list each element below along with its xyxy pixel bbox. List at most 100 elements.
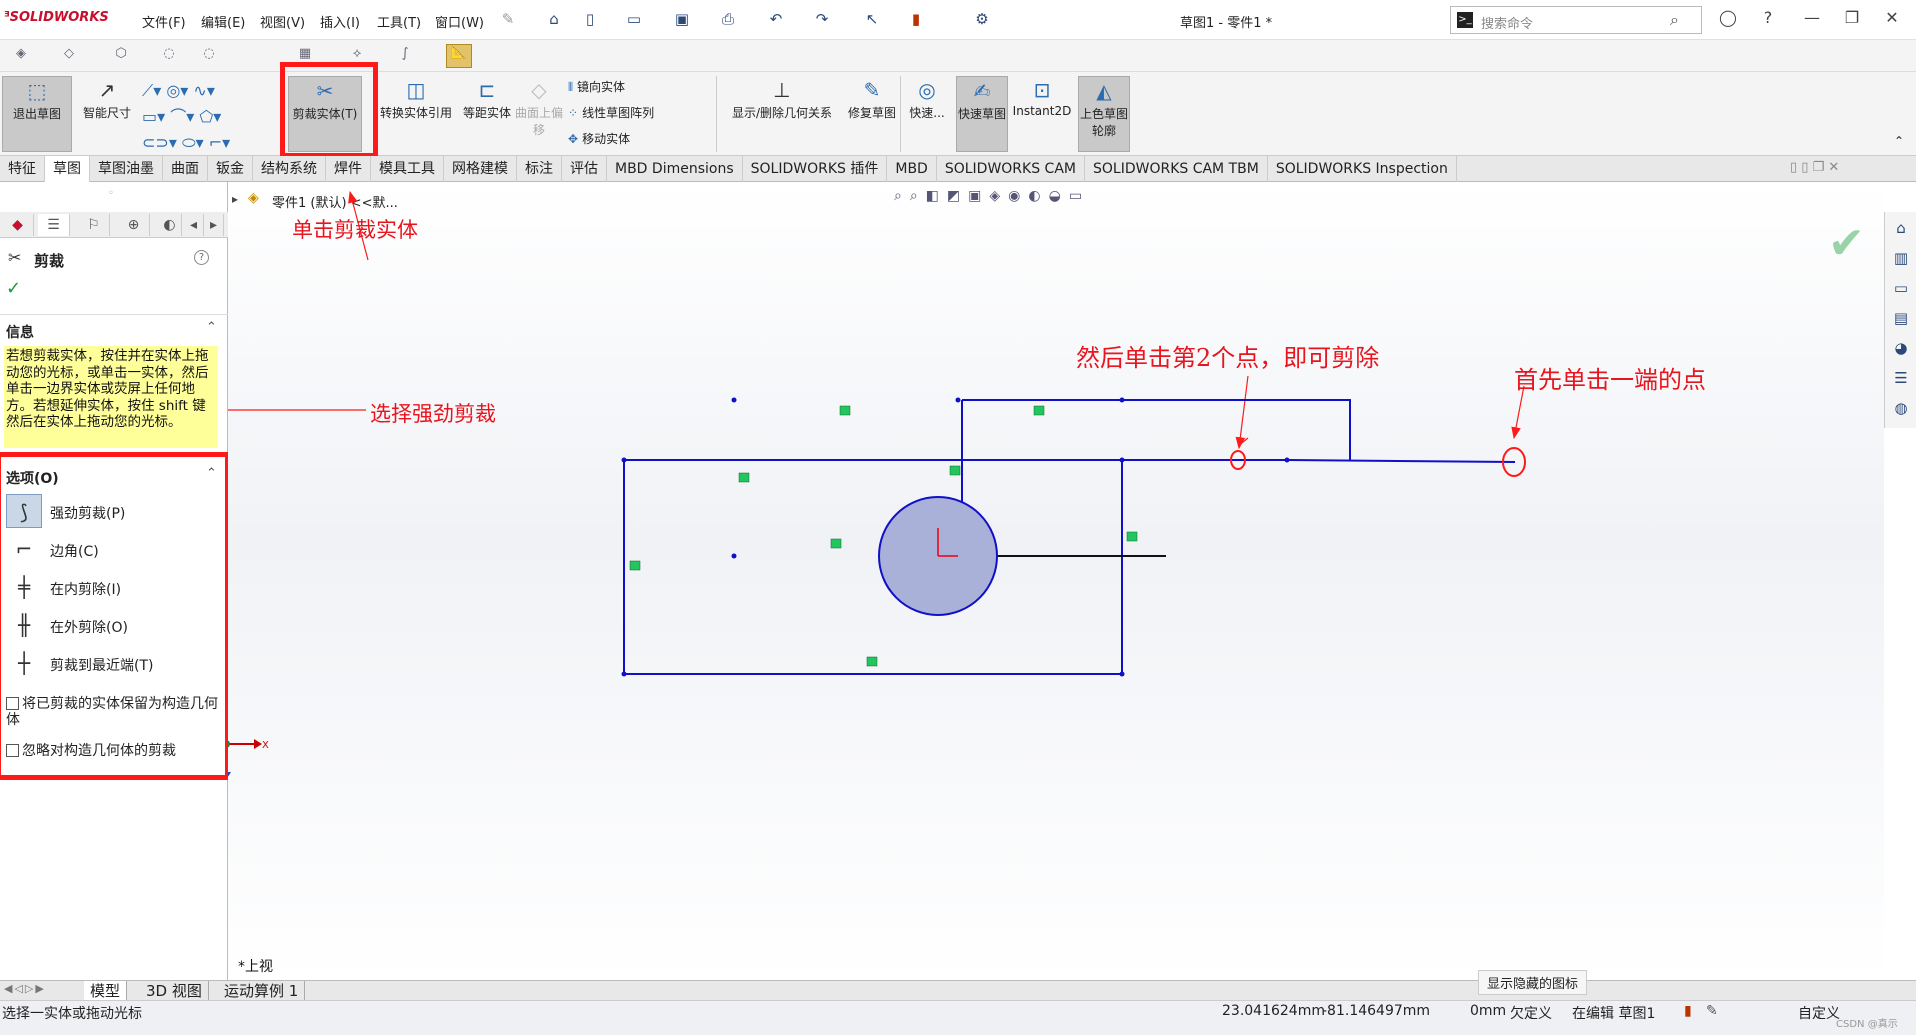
tab-7[interactable]: 模具工具 xyxy=(371,156,444,182)
restore-icon[interactable]: ❐ xyxy=(1840,8,1864,30)
menu-file[interactable]: 文件(F) xyxy=(142,12,186,31)
pin-icon[interactable]: ✎ xyxy=(498,10,518,28)
arc-icon[interactable]: ⌒ xyxy=(170,107,186,126)
checkbox-box[interactable] xyxy=(6,744,19,757)
home-icon[interactable]: ⌂ xyxy=(544,10,564,28)
rebuild-icon[interactable]: ▮ xyxy=(906,10,926,28)
display-tab-icon[interactable]: ◐ xyxy=(158,214,182,236)
sketch-line-extension[interactable] xyxy=(1287,459,1516,463)
feature-manager-tab-icon[interactable]: ◆ xyxy=(2,214,34,236)
spline-tool-icon[interactable]: ∿ xyxy=(193,81,206,100)
tab-window-controls[interactable]: ▯ ▯ ❐ ✕ xyxy=(1790,160,1839,175)
feature-icon[interactable]: ◌ xyxy=(160,46,178,64)
tab-model[interactable]: 模型 xyxy=(84,981,128,1001)
dimxpert-tab-icon[interactable]: ⊕ xyxy=(118,214,150,236)
quick-tips-icon[interactable]: ✎ xyxy=(1706,1003,1718,1019)
part-icon[interactable]: ◈ xyxy=(12,46,30,64)
redo-icon[interactable]: ↷ xyxy=(812,10,832,28)
tab-scroll-right-icon[interactable]: ▸ xyxy=(204,214,224,236)
tab-3[interactable]: 曲面 xyxy=(163,156,208,182)
sketch-outer-rect[interactable] xyxy=(623,460,1123,675)
undo-icon[interactable]: ↶ xyxy=(766,10,786,28)
account-icon[interactable]: ◯ xyxy=(1716,8,1740,30)
file-explorer-icon[interactable]: ▭ xyxy=(1889,276,1913,300)
mirror-button[interactable]: ⫴ 镜向实体 xyxy=(568,78,625,95)
repair-sketch-button[interactable]: ✎ 修复草图 xyxy=(846,76,898,152)
menu-insert[interactable]: 插入(I) xyxy=(320,12,360,31)
option-corner[interactable]: ⌐ 边角(C) xyxy=(6,532,221,568)
tab-16[interactable]: SOLIDWORKS Inspection xyxy=(1268,156,1457,182)
rebuild-status-icon[interactable]: ▮ xyxy=(1684,1003,1692,1019)
tab-scroll-left-icon[interactable]: ◂ xyxy=(184,214,204,236)
tab-1[interactable]: 草图 xyxy=(45,156,90,182)
menu-view[interactable]: 视图(V) xyxy=(260,12,305,31)
graphics-area[interactable]: ▸ ◈ 零件1 (默认) <<默... ⌕⌕◧◩▣◈◉◐◒▭ ✔ X 单击剪裁实… xyxy=(228,182,1884,980)
surface-offset-button[interactable]: ◇ 曲面上偏移 xyxy=(514,76,564,152)
ok-check-icon[interactable]: ✓ xyxy=(6,278,21,299)
convert-entities-button[interactable]: ◫ 转换实体引用 xyxy=(376,76,456,152)
tab-0[interactable]: 特征 xyxy=(0,156,45,182)
tab-12[interactable]: SOLIDWORKS 插件 xyxy=(743,156,888,182)
option-trim-away-outside[interactable]: ╫ 在外剪除(O) xyxy=(6,608,221,644)
tab-motion-study[interactable]: 运动算例 1 xyxy=(218,981,306,1001)
ruler-icon[interactable]: 📐 xyxy=(446,44,472,68)
tab-navigation-icons[interactable]: ◀◁▷▶ xyxy=(4,982,46,995)
rectangle-icon[interactable]: ▭ xyxy=(142,107,157,126)
tab-14[interactable]: SOLIDWORKS CAM xyxy=(937,156,1085,182)
keep-construction-checkbox[interactable]: 将已剪裁的实体保留为构造几何体 xyxy=(6,696,220,728)
offset-entities-button[interactable]: ⊏ 等距实体 xyxy=(462,76,512,152)
select-arrow-icon[interactable]: ↖ xyxy=(862,10,882,28)
polygon-icon[interactable]: ⬠ xyxy=(199,107,213,126)
tab-13[interactable]: MBD xyxy=(887,156,937,182)
options-gear-icon[interactable]: ⚙ xyxy=(972,10,992,28)
assembly-icon[interactable]: ◇ xyxy=(60,46,78,64)
option-trim-to-closest[interactable]: ┼ 剪裁到最近端(T) xyxy=(6,646,221,682)
ellipse-icon[interactable]: ⬭ xyxy=(182,133,196,152)
info-collapse-icon[interactable]: ⌃ xyxy=(206,320,217,335)
forum-icon[interactable]: ◍ xyxy=(1889,396,1913,420)
property-manager-tab-icon[interactable]: ☰ xyxy=(38,214,70,236)
move-entities-button[interactable]: ✥ 移动实体 xyxy=(568,130,630,147)
tab-3d-view[interactable]: 3D 视图 xyxy=(140,981,209,1001)
search-box[interactable]: >_ 搜索命令 ⌕ xyxy=(1450,6,1702,34)
ignore-construction-checkbox[interactable]: 忽略对构造几何体的剪裁 xyxy=(6,740,176,760)
custom-properties-icon[interactable]: ☰ xyxy=(1889,366,1913,390)
quick-snaps-button[interactable]: ◎ 快速... xyxy=(902,76,952,152)
menu-window[interactable]: 窗口(W) xyxy=(435,12,484,31)
menu-tools[interactable]: 工具(T) xyxy=(377,12,421,31)
linear-pattern-button[interactable]: ⁘ 线性草图阵列 xyxy=(568,104,654,121)
save-icon[interactable]: ▣ xyxy=(672,10,692,28)
option-trim-away-inside[interactable]: ╪ 在内剪除(I) xyxy=(6,570,221,606)
appearances-icon[interactable]: ◕ xyxy=(1889,336,1913,360)
search-input[interactable]: 搜索命令 xyxy=(1481,13,1533,32)
configuration-tab-icon[interactable]: ⚐ xyxy=(78,214,110,236)
tab-6[interactable]: 焊件 xyxy=(326,156,371,182)
tab-10[interactable]: 评估 xyxy=(562,156,607,182)
slot-icon[interactable]: ⊂⊃ xyxy=(142,133,169,152)
help-icon[interactable]: ? xyxy=(1756,8,1780,30)
tab-5[interactable]: 结构系统 xyxy=(253,156,326,182)
help-circle-icon[interactable]: ? xyxy=(194,250,209,265)
tab-11[interactable]: MBD Dimensions xyxy=(607,156,743,182)
feature2-icon[interactable]: ◌ xyxy=(200,46,218,64)
smart-dimension-button[interactable]: ↗ 智能尺寸 xyxy=(72,76,142,152)
sketch-svg[interactable]: X xyxy=(228,182,1884,980)
circle-icon[interactable]: ◎ xyxy=(166,81,180,100)
rapid-sketch-button[interactable]: ✍ 快速草图 xyxy=(956,76,1008,152)
search-icon[interactable]: ⌕ xyxy=(1670,10,1679,30)
options-collapse-icon[interactable]: ⌃ xyxy=(206,466,217,481)
sketch-rect-top[interactable] xyxy=(962,399,1351,460)
tab-9[interactable]: 标注 xyxy=(517,156,562,182)
open-file-icon[interactable]: ▭ xyxy=(624,10,644,28)
fillet-icon[interactable]: ⌐ xyxy=(209,133,222,152)
new-file-icon[interactable]: ▯ xyxy=(580,10,600,28)
tab-8[interactable]: 网格建模 xyxy=(444,156,517,182)
tab-4[interactable]: 钣金 xyxy=(208,156,253,182)
print-icon[interactable]: ⎙ xyxy=(718,10,738,28)
line-icon[interactable]: ⟋ xyxy=(142,81,153,100)
panel-grip[interactable]: ◦ xyxy=(108,188,114,199)
shaded-contours-button[interactable]: ◭ 上色草图轮廓 xyxy=(1078,76,1130,152)
spline-icon[interactable]: ∫ xyxy=(396,46,414,64)
design-library-icon[interactable]: ▥ xyxy=(1889,246,1913,270)
tab-2[interactable]: 草图油墨 xyxy=(90,156,163,182)
